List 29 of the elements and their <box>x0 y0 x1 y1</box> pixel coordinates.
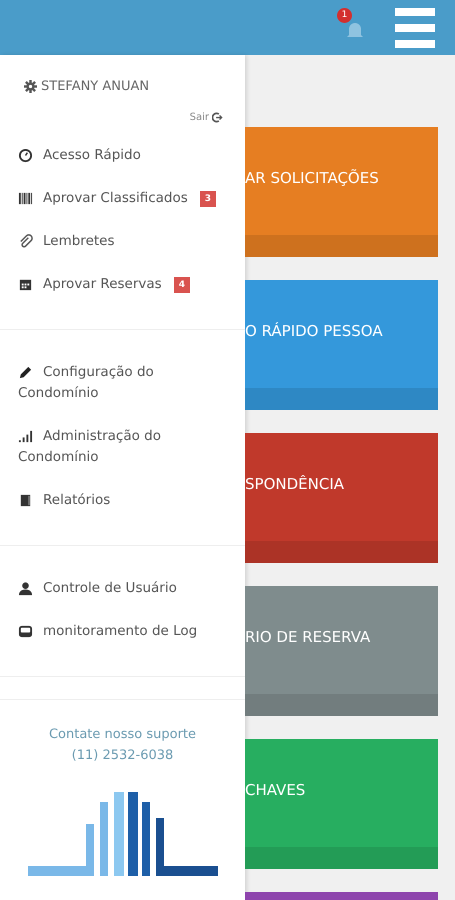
count-badge: 4 <box>174 277 190 293</box>
barcode-icon <box>18 191 33 206</box>
menu-item[interactable]: Acesso Rápido <box>0 145 245 166</box>
menu-button[interactable] <box>395 8 435 48</box>
clock-icon <box>18 148 33 163</box>
support-phone: (11) 2532-6038 <box>72 747 174 765</box>
menu-item[interactable]: Relatórios <box>0 490 245 511</box>
calendar-icon <box>18 277 33 292</box>
pencil-icon <box>18 365 33 380</box>
menu-item[interactable]: Controle de Usuário <box>0 578 245 599</box>
support-text: Contate nosso suporte <box>48 726 196 744</box>
menu-item[interactable]: Aprovar Classificados 3 <box>0 188 245 209</box>
count-badge: 3 <box>200 191 216 207</box>
paperclip-icon <box>18 234 33 249</box>
menu-item[interactable]: Lembretes <box>0 231 245 252</box>
notification-badge: 1 <box>337 8 352 22</box>
menu-item[interactable]: monitoramento de Log <box>0 621 245 642</box>
logout-icon <box>212 112 223 123</box>
monitor-icon <box>18 624 33 639</box>
menu-item[interactable]: Aprovar Reservas 4 <box>0 274 245 295</box>
settings-icon[interactable] <box>24 80 37 93</box>
menu-item[interactable]: Administração do Condomínio <box>0 426 245 468</box>
menu-item[interactable]: Configuração do Condomínio <box>0 362 245 404</box>
menu-tile[interactable]: SPONDÊNCIA <box>245 433 438 563</box>
user-icon <box>18 581 33 596</box>
user-name: STEFANY ANUAN <box>41 79 150 94</box>
signal-icon <box>18 429 33 444</box>
book-icon <box>18 493 33 508</box>
logout-link[interactable]: Sair <box>190 112 223 123</box>
